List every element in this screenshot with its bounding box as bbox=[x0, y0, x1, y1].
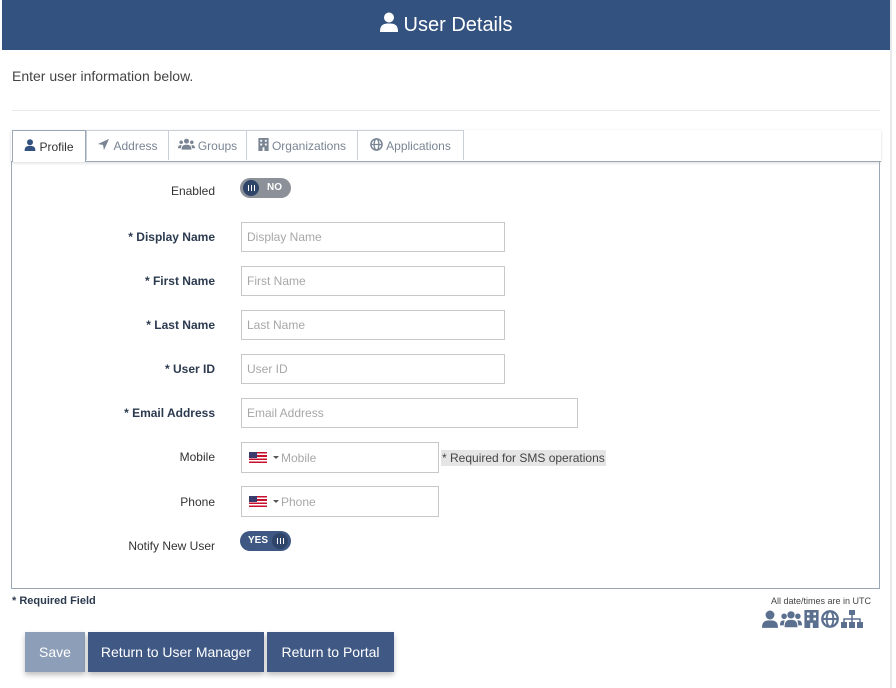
utc-note: All date/times are in UTC bbox=[770, 596, 871, 606]
country-select[interactable] bbox=[242, 487, 279, 516]
email-label: * Email Address bbox=[124, 406, 215, 420]
save-button[interactable]: Save bbox=[25, 632, 85, 672]
building-icon bbox=[258, 137, 272, 154]
last-name-label: * Last Name bbox=[146, 318, 215, 332]
tab-label: Applications bbox=[386, 138, 451, 153]
return-portal-button[interactable]: Return to Portal bbox=[267, 632, 394, 672]
toggle-state: NO bbox=[267, 182, 282, 193]
phone-label: Phone bbox=[180, 495, 215, 509]
users-icon bbox=[177, 138, 198, 153]
tab-label: Address bbox=[113, 138, 158, 153]
divider bbox=[12, 110, 880, 111]
display-name-input[interactable] bbox=[241, 222, 505, 252]
us-flag-icon bbox=[249, 496, 267, 507]
tab-address[interactable]: Address bbox=[86, 130, 169, 160]
required-note: * Required Field bbox=[12, 595, 96, 607]
return-user-manager-button[interactable]: Return to User Manager bbox=[88, 632, 264, 672]
first-name-label: * First Name bbox=[144, 274, 215, 288]
tab-groups[interactable]: Groups bbox=[168, 130, 247, 160]
notify-toggle[interactable]: YES bbox=[240, 531, 291, 551]
mobile-field bbox=[241, 442, 439, 473]
phone-field bbox=[241, 486, 439, 517]
mobile-input[interactable] bbox=[279, 443, 438, 472]
location-arrow-icon bbox=[97, 138, 113, 154]
sms-note: * Required for SMS operations bbox=[441, 450, 606, 466]
intro-text: Enter user information below. bbox=[12, 68, 194, 84]
user-id-input[interactable] bbox=[241, 354, 505, 384]
first-name-input[interactable] bbox=[241, 266, 505, 296]
toggle-knob bbox=[272, 533, 288, 549]
enabled-label: Enabled bbox=[170, 184, 215, 198]
page-header: User Details bbox=[2, 0, 890, 50]
tab-label: Groups bbox=[197, 138, 238, 153]
user-id-label: * User ID bbox=[164, 362, 215, 376]
icon-legend bbox=[762, 610, 863, 633]
user-icon bbox=[762, 610, 778, 633]
user-icon bbox=[24, 139, 39, 154]
building-icon bbox=[804, 610, 819, 633]
enabled-toggle[interactable]: NO bbox=[240, 178, 291, 198]
last-name-input[interactable] bbox=[241, 310, 505, 340]
tab-bar: Profile Address Groups Organizations App… bbox=[11, 130, 881, 162]
users-icon bbox=[780, 610, 802, 633]
window-edge bbox=[890, 0, 892, 688]
tab-applications[interactable]: Applications bbox=[357, 130, 464, 160]
globe-icon bbox=[821, 610, 839, 633]
tab-profile[interactable]: Profile bbox=[12, 130, 86, 162]
mobile-label: Mobile bbox=[179, 450, 215, 464]
user-icon bbox=[379, 12, 404, 38]
page-title: User Details bbox=[403, 13, 513, 36]
toggle-state: YES bbox=[248, 535, 269, 546]
phone-input[interactable] bbox=[279, 487, 438, 516]
notify-label: Notify New User bbox=[128, 539, 215, 553]
tab-label: Profile bbox=[39, 139, 74, 154]
email-input[interactable] bbox=[241, 398, 578, 428]
display-name-label: * Display Name bbox=[128, 230, 215, 244]
tab-label: Organizations bbox=[271, 138, 347, 153]
globe-icon bbox=[370, 137, 386, 154]
us-flag-icon bbox=[249, 452, 267, 463]
sitemap-icon bbox=[841, 610, 863, 633]
country-select[interactable] bbox=[242, 443, 279, 472]
tab-organizations[interactable]: Organizations bbox=[246, 130, 358, 160]
toggle-knob bbox=[243, 180, 259, 196]
